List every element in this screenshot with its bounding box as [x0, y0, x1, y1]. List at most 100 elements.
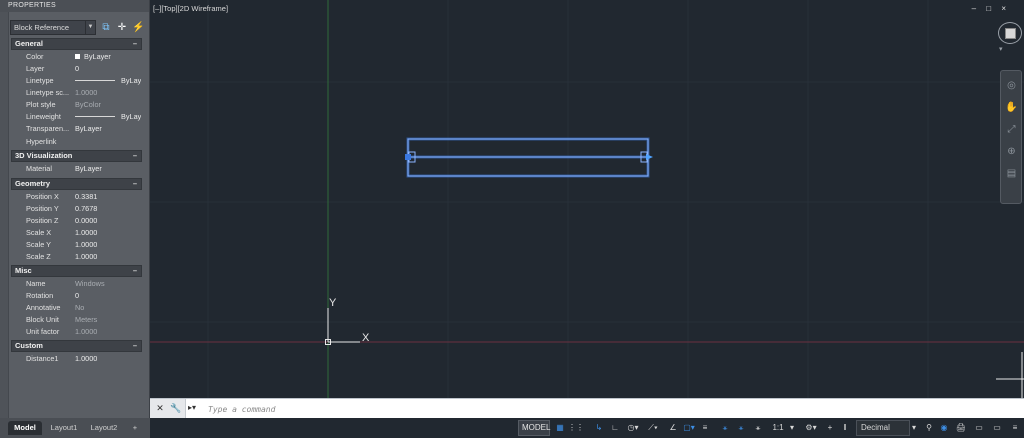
- steering-wheel-icon[interactable]: ◎: [1005, 79, 1018, 92]
- close-icon[interactable]: ✕: [154, 402, 166, 415]
- prop-label: Transparen...: [26, 124, 70, 133]
- isolate-objects-icon[interactable]: 🖨: [954, 420, 968, 436]
- prop-value: ByLayer: [75, 111, 141, 123]
- prop-value-text: ByLayer: [84, 52, 111, 61]
- prop-row-hyperlink[interactable]: Hyperlink: [11, 136, 142, 148]
- ucs-y-label: Y: [329, 297, 337, 309]
- collapse-icon[interactable]: –: [133, 179, 137, 189]
- auto-scale-icon[interactable]: ⚹: [734, 420, 748, 436]
- clean-screen-icon[interactable]: ▭: [990, 420, 1004, 436]
- selection-dropdown[interactable]: Block Reference ▼: [10, 20, 96, 35]
- prop-label: Scale X: [26, 228, 52, 237]
- collapse-icon[interactable]: –: [133, 266, 137, 276]
- object-snap-tracking-icon[interactable]: ∠: [668, 420, 678, 436]
- grip-left[interactable]: [405, 154, 411, 160]
- prop-value-text: ByLayer: [121, 112, 141, 121]
- ortho-mode-icon[interactable]: ∟: [608, 420, 622, 436]
- collapse-icon[interactable]: –: [133, 341, 137, 351]
- recent-commands-icon[interactable]: ▸▾: [188, 403, 204, 415]
- select-objects-icon[interactable]: ✛: [116, 22, 128, 34]
- prop-label: Block Unit: [26, 315, 59, 324]
- prop-row-scale-z[interactable]: Scale Z 1.0000: [11, 251, 142, 263]
- snap-mode-icon[interactable]: ⋮⋮: [568, 420, 584, 436]
- toggle-pickadd-icon[interactable]: ⧉: [100, 22, 112, 34]
- prop-row-lineweight[interactable]: Lineweight ByLayer: [11, 111, 142, 123]
- section-custom[interactable]: Custom –: [11, 340, 142, 352]
- prop-row-position-z[interactable]: Position Z 0.0000: [11, 215, 142, 227]
- annotation-scale-value[interactable]: 1:1: [768, 420, 788, 436]
- viewport-controls-label[interactable]: [–][Top][2D Wireframe]: [153, 4, 228, 13]
- prop-row-name[interactable]: Name Windows: [11, 278, 142, 290]
- annotation-visibility-icon[interactable]: ⚹: [718, 420, 732, 436]
- customization-menu-icon[interactable]: ≡: [1008, 420, 1022, 436]
- orbit-icon[interactable]: ⊕: [1005, 145, 1018, 158]
- palette-side-strip[interactable]: [0, 12, 9, 418]
- tab-model[interactable]: Model: [8, 421, 42, 435]
- add-layout-button[interactable]: +: [128, 421, 142, 435]
- clean-screen-toggle-icon[interactable]: ▭: [972, 420, 986, 436]
- prop-row-linetype-scale[interactable]: Linetype sc... 1.0000: [11, 87, 142, 99]
- prop-row-rotation[interactable]: Rotation 0: [11, 290, 142, 302]
- command-input[interactable]: [208, 402, 988, 416]
- palette-title[interactable]: PROPERTIES: [0, 0, 149, 12]
- prop-row-color[interactable]: Color ByLayer: [11, 51, 142, 63]
- quick-properties-icon[interactable]: ⚲: [922, 420, 936, 436]
- tab-layout2[interactable]: Layout2: [86, 421, 122, 435]
- section-geometry[interactable]: Geometry –: [11, 178, 142, 190]
- section-misc[interactable]: Misc –: [11, 265, 142, 277]
- prop-row-unit-factor[interactable]: Unit factor 1.0000: [11, 326, 142, 338]
- prop-value: 0: [75, 64, 80, 73]
- object-snap-icon[interactable]: ▢▾: [680, 420, 698, 436]
- hardware-acceleration-icon[interactable]: ◉: [938, 420, 950, 436]
- prop-row-scale-x[interactable]: Scale X 1.0000: [11, 227, 142, 239]
- prop-row-position-y[interactable]: Position Y 0.7678: [11, 203, 142, 215]
- grid: [150, 0, 1024, 398]
- dynamic-input-icon[interactable]: ↳: [592, 420, 606, 436]
- collapse-icon[interactable]: –: [133, 151, 137, 161]
- chevron-down-icon[interactable]: ▾: [910, 420, 918, 436]
- prop-row-layer[interactable]: Layer 0: [11, 63, 142, 75]
- model-space-button[interactable]: MODEL: [518, 420, 550, 436]
- viewcube[interactable]: [998, 22, 1022, 44]
- prop-row-linetype[interactable]: Linetype ByLayer: [11, 75, 142, 87]
- section-3d-visualization[interactable]: 3D Visualization –: [11, 150, 142, 162]
- command-line-controls: ✕ 🔧: [150, 399, 186, 419]
- prop-row-scale-y[interactable]: Scale Y 1.0000: [11, 239, 142, 251]
- prop-row-position-x[interactable]: Position X 0.3381: [11, 191, 142, 203]
- pan-hand-icon[interactable]: ✋: [1005, 101, 1018, 114]
- prop-value: No: [75, 303, 85, 312]
- drawing-canvas[interactable]: Y X: [150, 0, 1024, 398]
- lineweight-icon[interactable]: ≡: [700, 420, 710, 436]
- drawing-viewport[interactable]: Y X [–][Top][2D Wireframe] – □ × ▾ ◎ ✋ ⤢…: [150, 0, 1024, 398]
- quick-select-icon[interactable]: ⚡: [132, 22, 144, 34]
- grid-display-icon[interactable]: ▦: [554, 420, 566, 436]
- chevron-down-icon[interactable]: ▾: [788, 420, 796, 436]
- isodraft-icon[interactable]: ⟋▾: [644, 420, 662, 436]
- prop-row-distance1[interactable]: Distance1 1.0000: [11, 353, 142, 365]
- tab-layout1[interactable]: Layout1: [46, 421, 82, 435]
- showmotion-icon[interactable]: ▤: [1005, 167, 1018, 180]
- prop-row-block-unit[interactable]: Block Unit Meters: [11, 314, 142, 326]
- viewcube-top-face[interactable]: [1005, 28, 1016, 39]
- workspace-gear-icon[interactable]: ⚙▾: [802, 420, 820, 436]
- units-dropdown[interactable]: Decimal: [856, 420, 910, 436]
- prop-label: Plot style: [26, 100, 56, 109]
- prop-row-annotative[interactable]: Annotative No: [11, 302, 142, 314]
- prop-row-transparency[interactable]: Transparen... ByLayer: [11, 123, 142, 135]
- polar-tracking-icon[interactable]: ◷▾: [624, 420, 642, 436]
- annotation-monitor-icon[interactable]: +: [824, 420, 836, 436]
- prop-row-material[interactable]: Material ByLayer: [11, 163, 142, 175]
- annotation-scale-icon[interactable]: ⚹: [750, 420, 766, 436]
- collapse-icon[interactable]: –: [133, 39, 137, 49]
- viewport-window-controls[interactable]: – □ ×: [972, 4, 1010, 13]
- prop-label: Position Z: [26, 216, 59, 225]
- prop-row-plot-style[interactable]: Plot style ByColor: [11, 99, 142, 111]
- prop-label: Distance1: [26, 354, 59, 363]
- section-general[interactable]: General –: [11, 38, 142, 50]
- prop-label: Rotation: [26, 291, 54, 300]
- zoom-extents-icon[interactable]: ⤢: [1005, 123, 1018, 136]
- selected-block-window[interactable]: [405, 137, 653, 178]
- customize-wrench-icon[interactable]: 🔧: [170, 402, 182, 415]
- prop-value: ByLayer: [75, 124, 102, 133]
- wcs-menu-icon[interactable]: ▾: [999, 45, 1003, 53]
